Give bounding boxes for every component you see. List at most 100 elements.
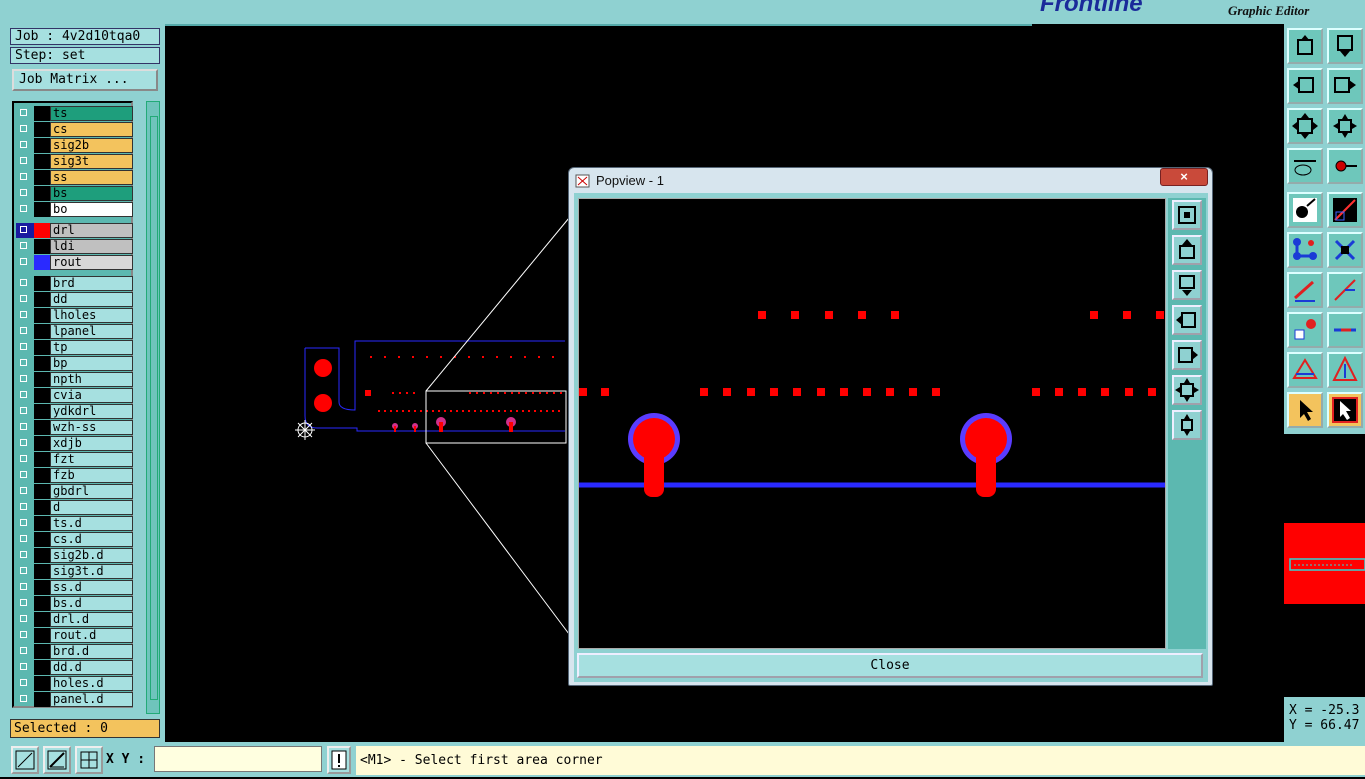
layer-row-bs-d[interactable]: bs.d (16, 596, 133, 611)
layer-checkbox[interactable] (20, 631, 27, 638)
pan-left-icon[interactable] (1287, 68, 1323, 104)
layer-checkbox[interactable] (20, 407, 27, 414)
xy-coordinate-input[interactable] (154, 746, 322, 772)
layer-row-sig2b[interactable]: sig2b (16, 138, 133, 153)
layer-row-sig3t[interactable]: sig3t (16, 154, 133, 169)
layer-checkbox[interactable] (20, 189, 27, 196)
layer-row-panel-d[interactable]: panel.d (16, 692, 133, 707)
layer-checkbox[interactable] (20, 125, 27, 132)
measure-tool-icon[interactable] (1287, 148, 1323, 184)
add-polygon-icon[interactable] (1287, 352, 1323, 388)
layer-up-icon[interactable] (1287, 28, 1323, 64)
layer-row-xdjb[interactable]: xdjb (16, 436, 133, 451)
layer-checkbox[interactable] (20, 503, 27, 510)
layer-row-ss[interactable]: ss (16, 170, 133, 185)
alert-icon[interactable] (327, 746, 351, 774)
layer-row-fzb[interactable]: fzb (16, 468, 133, 483)
layer-row-tp[interactable]: tp (16, 340, 133, 355)
add-feature-icon[interactable] (1287, 192, 1323, 228)
split-line-icon[interactable] (1327, 312, 1363, 348)
pan-right-icon[interactable] (1172, 340, 1202, 370)
zoom-fit-icon[interactable] (1287, 108, 1323, 144)
layer-down-icon[interactable] (1327, 28, 1363, 64)
popview-close-button[interactable]: Close (577, 653, 1203, 678)
layer-checkbox[interactable] (20, 487, 27, 494)
select-pointer-icon[interactable] (1287, 392, 1323, 428)
layer-row-drl[interactable]: drl (16, 223, 133, 238)
layer-row-bo[interactable]: bo (16, 202, 133, 217)
layer-row-drl-d[interactable]: drl.d (16, 612, 133, 627)
pan-right-icon[interactable] (1327, 68, 1363, 104)
layer-row-ts[interactable]: ts (16, 106, 133, 121)
pan-down-icon[interactable] (1172, 270, 1202, 300)
layer-checkbox[interactable] (20, 599, 27, 606)
connect-nodes-icon[interactable] (1287, 232, 1323, 268)
layer-row-lpanel[interactable]: lpanel (16, 324, 133, 339)
layer-row-ts-d[interactable]: ts.d (16, 516, 133, 531)
layer-checkbox[interactable] (20, 226, 27, 233)
zoom-home-icon[interactable] (1172, 410, 1202, 440)
layer-row-holes-d[interactable]: holes.d (16, 676, 133, 691)
layer-checkbox[interactable] (20, 695, 27, 702)
layer-checkbox[interactable] (20, 375, 27, 382)
edit-line-icon[interactable] (1327, 192, 1363, 228)
pan-left-icon[interactable] (1172, 305, 1202, 335)
layer-row-sig2b-d[interactable]: sig2b.d (16, 548, 133, 563)
layer-row-bp[interactable]: bp (16, 356, 133, 371)
grid-snap-icon[interactable] (75, 746, 103, 774)
copy-feature-icon[interactable] (1287, 312, 1323, 348)
layer-row-ydkdrl[interactable]: ydkdrl (16, 404, 133, 419)
layer-checkbox[interactable] (20, 343, 27, 350)
layer-row-gbdrl[interactable]: gbdrl (16, 484, 133, 499)
layer-row-cvia[interactable]: cvia (16, 388, 133, 403)
zoom-home-icon[interactable] (1327, 108, 1363, 144)
layer-checkbox[interactable] (20, 359, 27, 366)
layer-row-dd-d[interactable]: dd.d (16, 660, 133, 675)
layer-row-d[interactable]: d (16, 500, 133, 515)
layer-checkbox[interactable] (20, 471, 27, 478)
popview-canvas[interactable] (578, 198, 1166, 649)
add-surface-icon[interactable] (1327, 352, 1363, 388)
layer-checkbox[interactable] (20, 311, 27, 318)
job-matrix-button[interactable]: Job Matrix ... (12, 69, 158, 91)
pan-up-icon[interactable] (1172, 235, 1202, 265)
layer-row-fzt[interactable]: fzt (16, 452, 133, 467)
zoom-fit-icon[interactable] (1172, 375, 1202, 405)
layer-row-ss-d[interactable]: ss.d (16, 580, 133, 595)
layer-row-cs[interactable]: cs (16, 122, 133, 137)
layer-checkbox[interactable] (20, 327, 27, 334)
layer-row-brd-d[interactable]: brd.d (16, 644, 133, 659)
layer-checkbox[interactable] (20, 647, 27, 654)
layer-row-npth[interactable]: npth (16, 372, 133, 387)
layer-row-rout-d[interactable]: rout.d (16, 628, 133, 643)
layer-checkbox[interactable] (20, 258, 27, 265)
layer-checkbox[interactable] (20, 141, 27, 148)
draw-arc-icon[interactable] (1327, 272, 1363, 308)
window-close-button[interactable]: × (1160, 168, 1208, 186)
layer-checkbox[interactable] (20, 679, 27, 686)
layer-checkbox[interactable] (20, 109, 27, 116)
layer-scrollbar[interactable] (146, 101, 160, 714)
layer-row-ldi[interactable]: ldi (16, 239, 133, 254)
layer-checkbox[interactable] (20, 519, 27, 526)
zoom-area-icon[interactable] (11, 746, 39, 774)
delete-node-icon[interactable] (1327, 232, 1363, 268)
layer-checkbox[interactable] (20, 567, 27, 574)
layer-checkbox[interactable] (20, 423, 27, 430)
layer-checkbox[interactable] (20, 615, 27, 622)
layer-checkbox[interactable] (20, 205, 27, 212)
layer-checkbox[interactable] (20, 279, 27, 286)
layer-row-cs-d[interactable]: cs.d (16, 532, 133, 547)
zoom-in-icon[interactable] (1172, 200, 1202, 230)
layer-row-lholes[interactable]: lholes (16, 308, 133, 323)
overview-minimap[interactable] (1284, 434, 1365, 696)
layer-row-bs[interactable]: bs (16, 186, 133, 201)
layer-checkbox[interactable] (20, 535, 27, 542)
layer-checkbox[interactable] (20, 173, 27, 180)
layer-row-dd[interactable]: dd (16, 292, 133, 307)
layer-checkbox[interactable] (20, 242, 27, 249)
layer-checkbox[interactable] (20, 455, 27, 462)
layer-checkbox[interactable] (20, 439, 27, 446)
layer-checkbox[interactable] (20, 391, 27, 398)
draw-line-icon[interactable] (1287, 272, 1323, 308)
